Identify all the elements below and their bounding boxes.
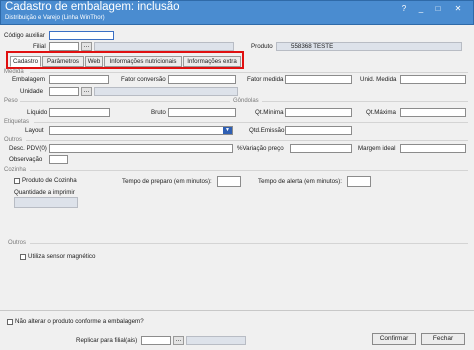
- tab-web[interactable]: Web: [85, 56, 103, 67]
- window-subtitle: Distribuição e Varejo (Linha WinThor): [5, 15, 105, 21]
- variacao-preco-label: %Variação preço: [237, 145, 284, 152]
- produto-cozinha-label: Produto de Cozinha: [22, 177, 77, 184]
- help-icon[interactable]: ?: [398, 3, 410, 15]
- utiliza-sensor-checkbox[interactable]: [20, 254, 26, 260]
- produto-label: Produto: [251, 43, 273, 50]
- tempo-alerta-input[interactable]: [347, 176, 371, 187]
- window-title: Cadastro de embalagem: inclusão: [5, 1, 180, 13]
- section-etiquetas: Etiquetas: [4, 119, 30, 125]
- bruto-input[interactable]: [168, 108, 236, 117]
- chevron-down-icon: ▼: [223, 127, 232, 134]
- filial-description: [94, 42, 234, 51]
- embalagem-label: Embalagem: [12, 76, 46, 83]
- divider: [0, 310, 474, 311]
- fechar-button[interactable]: Fechar: [421, 333, 465, 345]
- divider: [20, 101, 230, 102]
- codigo-auxiliar-input[interactable]: [49, 31, 114, 40]
- maximize-icon[interactable]: □: [432, 3, 444, 15]
- confirmar-button[interactable]: Confirmar: [372, 333, 416, 345]
- unid-medida-input[interactable]: [400, 75, 466, 84]
- produto-cozinha-checkbox[interactable]: [14, 178, 20, 184]
- tab-parametros[interactable]: Parâmetros: [42, 56, 84, 67]
- desc-pdv-input[interactable]: [49, 144, 233, 153]
- fator-conversao-input[interactable]: [168, 75, 236, 84]
- section-outros-2: Outros: [8, 240, 27, 246]
- divider: [30, 72, 468, 73]
- tab-cadastro[interactable]: Cadastro: [10, 56, 41, 67]
- qt-maxima-input[interactable]: [400, 108, 466, 117]
- margem-ideal-label: Margem ideal: [358, 145, 396, 152]
- replicar-label: Replicar para filial(ais): [76, 337, 138, 344]
- observacao-label: Observação: [9, 156, 43, 163]
- layout-label: Layout: [25, 127, 44, 134]
- embalagem-input[interactable]: [49, 75, 109, 84]
- bruto-label: Bruto: [151, 109, 166, 116]
- nao-alterar-checkbox[interactable]: [7, 319, 13, 325]
- section-medida: Medida: [4, 69, 24, 75]
- observacao-input[interactable]: [49, 155, 68, 164]
- desc-pdv-label: Desc. PDV(0): [9, 145, 47, 152]
- unid-medida-label: Unid. Medida: [360, 76, 397, 83]
- qtd-emissao-label: Qtd.Emissão: [249, 127, 285, 134]
- qt-maxima-label: Qt.Máxima: [366, 109, 396, 116]
- quantidade-imprimir-label: Quantidade a imprimir: [14, 189, 75, 196]
- replicar-input[interactable]: [141, 336, 171, 345]
- margem-ideal-input[interactable]: [400, 144, 466, 153]
- layout-select[interactable]: ▼: [49, 126, 233, 135]
- divider: [262, 101, 468, 102]
- replicar-search-button[interactable]: ...: [173, 336, 184, 345]
- tab-informacoes-extra[interactable]: Informações extra: [183, 56, 241, 67]
- produto-field: 558368 TESTE: [276, 42, 462, 51]
- nao-alterar-label: Não alterar o produto conforme a embalag…: [15, 318, 144, 325]
- section-outros: Outros: [4, 137, 23, 143]
- liquido-input[interactable]: [49, 108, 110, 117]
- tempo-preparo-input[interactable]: [217, 176, 241, 187]
- section-cozinha: Cozinha: [4, 167, 27, 173]
- fator-medida-input[interactable]: [285, 75, 352, 84]
- close-icon[interactable]: ✕: [452, 3, 464, 15]
- divider: [34, 122, 468, 123]
- fator-conversao-label: Fator conversão: [121, 76, 166, 83]
- quantidade-imprimir-input[interactable]: [14, 197, 78, 208]
- tempo-alerta-label: Tempo de alerta (em minutos):: [258, 178, 342, 185]
- utiliza-sensor-label: Utiliza sensor magnético: [28, 253, 96, 260]
- fator-medida-label: Fator medida: [247, 76, 284, 83]
- divider: [30, 170, 468, 171]
- minimize-icon[interactable]: _: [415, 3, 427, 15]
- filial-input[interactable]: [49, 42, 79, 51]
- unidade-label: Unidade: [20, 88, 44, 95]
- unidade-input[interactable]: [49, 87, 79, 96]
- unidade-search-button[interactable]: ...: [81, 87, 92, 96]
- unidade-description: [94, 87, 238, 96]
- tempo-preparo-label: Tempo de preparo (em minutos):: [122, 178, 212, 185]
- codigo-auxiliar-label: Código auxiliar: [4, 32, 45, 39]
- tab-informacoes-nutricionais[interactable]: Informações nutricionais: [104, 56, 182, 67]
- filial-search-button[interactable]: ...: [81, 42, 92, 51]
- divider: [30, 243, 468, 244]
- produto-value: 558368 TESTE: [291, 43, 334, 50]
- qtd-emissao-input[interactable]: [285, 126, 352, 135]
- section-peso: Peso: [4, 98, 18, 104]
- variacao-preco-input[interactable]: [290, 144, 352, 153]
- liquido-label: Líquido: [27, 109, 48, 116]
- divider: [26, 140, 468, 141]
- qt-minima-label: Qt.Mínima: [255, 109, 284, 116]
- section-gondolas: Gôndolas: [233, 98, 259, 104]
- replicar-description: [186, 336, 246, 345]
- filial-label: Filial: [33, 43, 46, 50]
- qt-minima-input[interactable]: [285, 108, 352, 117]
